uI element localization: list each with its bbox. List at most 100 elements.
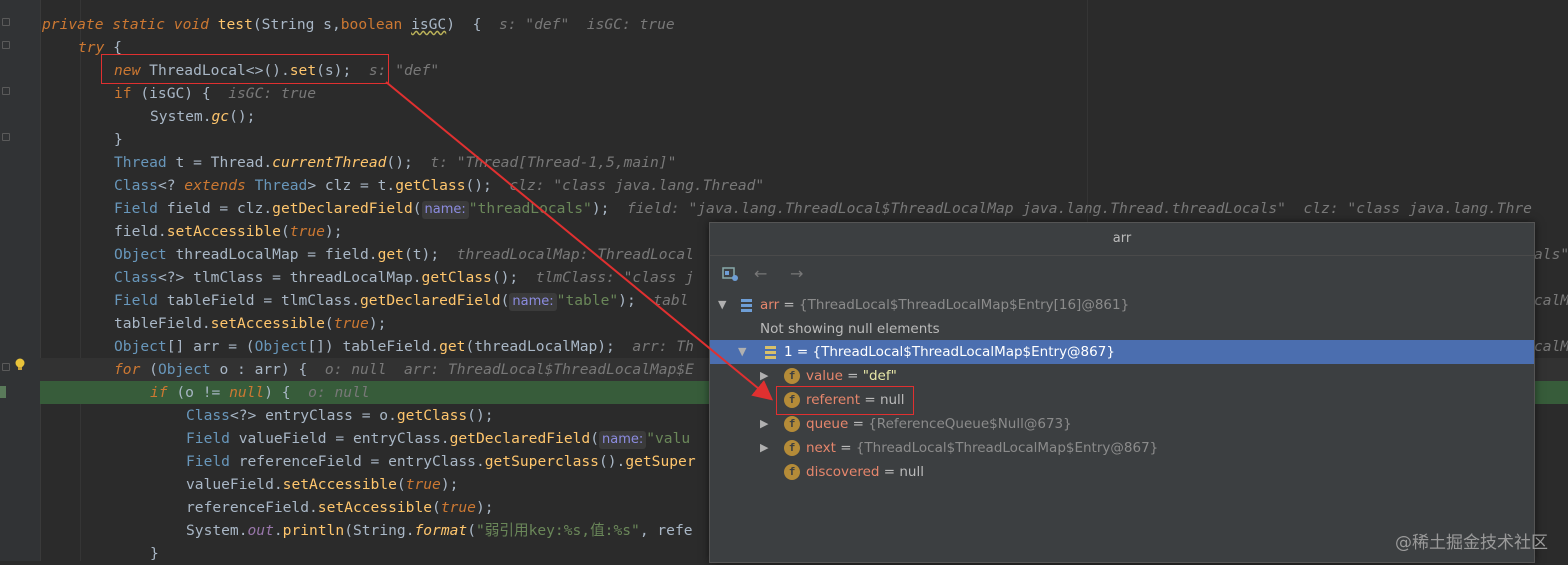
code-token: ) { — [446, 16, 482, 33]
code-line[interactable]: } — [114, 128, 123, 151]
code-line[interactable]: field.setAccessible(true); — [114, 220, 342, 243]
expand-right-icon[interactable]: ▶ — [760, 364, 768, 388]
code-token: Thread — [254, 177, 308, 194]
param-name-hint: name: — [598, 431, 647, 449]
code-token: (); — [386, 154, 413, 171]
variable-value: "def" — [862, 368, 897, 384]
code-line[interactable]: Class<?> entryClass = o.getClass(); — [186, 404, 494, 427]
inline-debug-hint: s: "def" isGC: true — [481, 16, 675, 33]
code-token: System. — [186, 522, 248, 539]
code-line[interactable]: valueField.setAccessible(true); — [186, 473, 458, 496]
code-line[interactable]: Field tableField = tlmClass.getDeclaredF… — [114, 289, 688, 312]
equals-sign: = — [879, 464, 900, 480]
variable-name: queue — [806, 416, 849, 432]
forward-arrow-icon[interactable]: → — [790, 264, 803, 283]
variable-name: next — [806, 440, 836, 456]
code-token: System. — [150, 108, 212, 125]
code-token: true — [440, 499, 476, 516]
code-token: []) tableField. — [307, 338, 440, 355]
code-token: if — [150, 384, 177, 401]
code-line[interactable]: } — [150, 542, 159, 565]
tree-note: Not showing null elements — [710, 317, 1534, 341]
code-token: (); — [491, 269, 519, 286]
code-token: getSuperclass — [484, 453, 599, 470]
inline-debug-hint: o: null — [290, 384, 370, 401]
inline-debug-hint: threadLocalMap: ThreadLocal — [439, 246, 694, 263]
code-token: } — [150, 545, 159, 562]
variable-name: discovered — [806, 464, 880, 480]
tree-row-1[interactable]: ▼ 1 = {ThreadLocal$ThreadLocalMap$Entry@8… — [710, 340, 1534, 364]
code-token: (String. — [344, 522, 415, 539]
code-token: Field — [186, 453, 239, 470]
field-icon: f — [784, 464, 800, 480]
code-token: Field — [114, 292, 167, 309]
code-token: (t); — [403, 246, 440, 263]
code-line[interactable]: Field referenceField = entryClass.getSup… — [186, 450, 696, 473]
tree-row-arr[interactable]: ▼ arr = {ThreadLocal$ThreadLocalMap$Entry… — [710, 293, 1534, 317]
variable-value: null — [899, 464, 924, 480]
code-token: getDeclaredField — [449, 430, 591, 447]
tree-row-queue[interactable]: ▶ f queue = {ReferenceQueue$Null@673} — [710, 412, 1534, 436]
code-token: , refe — [639, 522, 693, 539]
expand-down-icon[interactable]: ▼ — [738, 340, 746, 364]
code-token: getDeclaredField — [272, 200, 413, 217]
popup-toolbar: ← → — [710, 256, 1534, 290]
watch-icon[interactable] — [722, 266, 740, 282]
code-token: Class — [186, 407, 230, 424]
code-line[interactable]: if (o != null) { o: null — [150, 381, 370, 404]
code-line[interactable]: referenceField.setAccessible(true); — [186, 496, 494, 519]
code-line[interactable]: Object threadLocalMap = field.get(t); th… — [114, 243, 694, 266]
code-token: (). — [598, 453, 626, 470]
code-line[interactable]: Thread t = Thread.currentThread(); t: "T… — [114, 151, 676, 174]
equals-sign: = — [835, 440, 856, 456]
code-token: ( — [280, 223, 290, 240]
back-arrow-icon[interactable]: ← — [754, 264, 767, 283]
variable-value: {ThreadLocal$ThreadLocalMap$Entry[16]@86… — [799, 297, 1130, 313]
code-token: getClass — [395, 177, 466, 194]
expand-right-icon[interactable]: ▶ — [760, 436, 768, 460]
equals-sign: = — [779, 297, 800, 313]
code-token: true — [333, 315, 369, 332]
tree-row-value[interactable]: ▶ f value = "def" — [710, 364, 1534, 388]
code-token: Class — [114, 269, 158, 286]
code-token: (); — [467, 407, 494, 424]
code-line[interactable]: if (isGC) { isGC: true — [114, 82, 316, 105]
code-token: ( — [412, 200, 422, 217]
code-token: isGC — [411, 16, 447, 33]
code-line[interactable]: Class<?> tlmClass = threadLocalMap.getCl… — [114, 266, 694, 289]
expand-down-icon[interactable]: ▼ — [718, 293, 726, 317]
code-token: ); — [324, 223, 343, 240]
inline-debug-hint: t: "Thread[Thread-1,5,main]" — [412, 154, 677, 171]
equals-sign: = — [792, 344, 813, 360]
code-token: (); — [229, 108, 256, 125]
code-line[interactable]: System.gc(); — [150, 105, 255, 128]
expand-right-icon[interactable]: ▶ — [760, 412, 768, 436]
code-token: setAccessible — [210, 315, 325, 332]
code-line[interactable]: for (Object o : arr) { o: null arr: Thre… — [114, 358, 694, 381]
code-token: referenceField = entryClass. — [238, 453, 485, 470]
code-token: ); — [591, 200, 610, 217]
code-line[interactable]: Field field = clz.getDeclaredField(name:… — [114, 197, 1532, 220]
inline-debug-hint: clz: "class java.lang.Thread" — [491, 177, 765, 194]
param-name-hint: name: — [421, 201, 469, 219]
tree-row-discovered[interactable]: f discovered = null — [710, 460, 1534, 484]
tree-row-next[interactable]: ▶ f next = {ThreadLocal$ThreadLocalMap$Ent… — [710, 436, 1534, 460]
code-token: getClass — [421, 269, 492, 286]
inline-hint-overflow: calMa — [1534, 338, 1568, 355]
watermark: @稀土掘金技术社区 — [1395, 533, 1548, 553]
code-token: ( — [149, 361, 158, 378]
code-line[interactable]: Object[] arr = (Object[]) tableField.get… — [114, 335, 694, 358]
code-line[interactable]: private static void test(String s,boolea… — [42, 13, 675, 36]
variable-value: {ThreadLocal$ThreadLocalMap$Entry@867} — [855, 440, 1159, 456]
code-token: Object — [114, 246, 176, 263]
popup-title: arr — [710, 223, 1534, 256]
code-line[interactable]: Field valueField = entryClass.getDeclare… — [186, 427, 690, 450]
code-token: threadLocalMap = field. — [175, 246, 378, 263]
code-token: tableField. — [114, 315, 211, 332]
code-line[interactable]: Class<? extends Thread> clz = t.getClass… — [114, 174, 764, 197]
annotation-box-threadlocal-set — [101, 54, 389, 84]
variable-name: 1 — [784, 344, 793, 360]
code-line[interactable]: tableField.setAccessible(true); — [114, 312, 386, 335]
code-line[interactable]: System.out.println(String.format("弱引用key… — [186, 519, 693, 542]
inline-hint-overflow: calM — [1534, 292, 1568, 309]
